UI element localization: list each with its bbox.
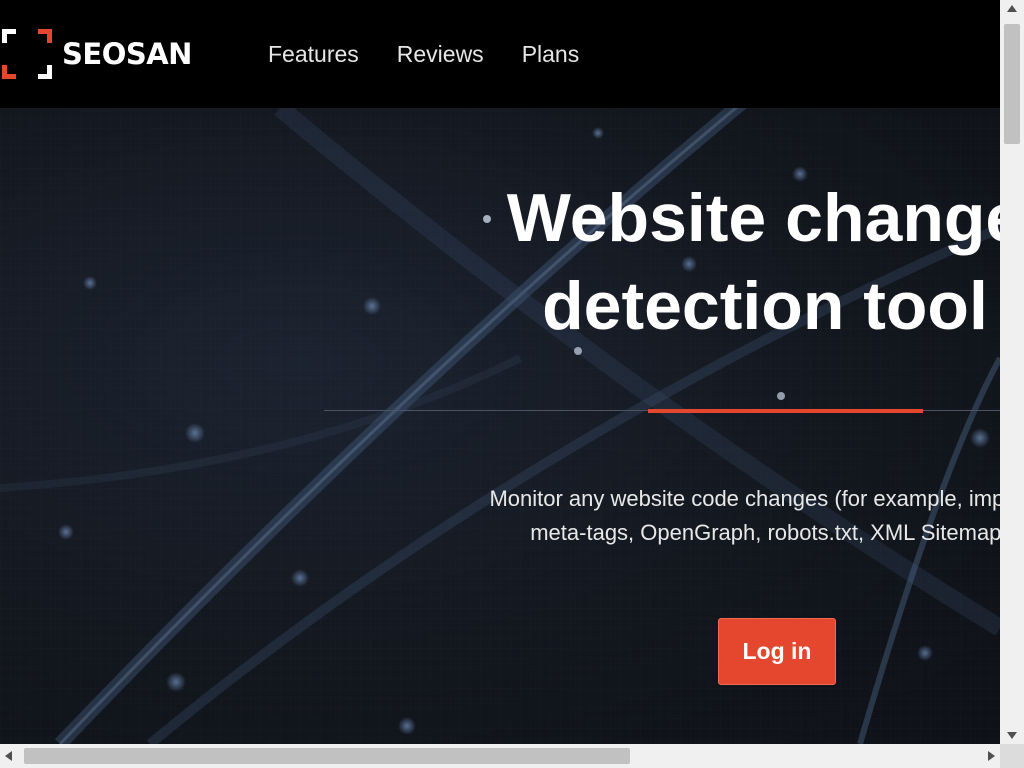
nav-link-plans[interactable]: Plans (522, 41, 580, 68)
scrollbar-corner (1000, 744, 1024, 768)
headline-line-2: detection tool (542, 268, 988, 344)
hero-headline: Website change detection tool (380, 174, 1000, 350)
main-nav: Features Reviews Plans (268, 0, 579, 108)
logo-brackets-icon (0, 27, 54, 81)
description-line-1: Monitor any website code changes (for ex… (489, 486, 1000, 511)
scroll-up-arrow-icon[interactable] (1007, 5, 1017, 12)
hero-divider-accent (648, 409, 923, 413)
scroll-down-arrow-icon[interactable] (1007, 732, 1017, 739)
site-header: SEOSAN Features Reviews Plans (0, 0, 1000, 108)
scroll-right-arrow-icon[interactable] (988, 751, 995, 761)
horizontal-scrollbar[interactable] (0, 744, 1000, 768)
site-logo[interactable]: SEOSAN (0, 27, 192, 81)
description-line-2: meta-tags, OpenGraph, robots.txt, XML Si… (530, 520, 1000, 545)
vertical-scroll-thumb[interactable] (1004, 24, 1020, 144)
hero-description: Monitor any website code changes (for ex… (200, 482, 1000, 550)
vertical-scrollbar[interactable] (1000, 0, 1024, 744)
hero-section: Website change detection tool Monitor an… (0, 108, 1000, 744)
brand-name: SEOSAN (62, 37, 192, 71)
headline-line-1: Website change (506, 180, 1000, 256)
scroll-left-arrow-icon[interactable] (5, 751, 12, 761)
horizontal-scroll-thumb[interactable] (24, 748, 630, 764)
page-viewport: SEOSAN Features Reviews Plans Website ch… (0, 0, 1000, 744)
nav-link-features[interactable]: Features (268, 41, 359, 68)
nav-link-reviews[interactable]: Reviews (397, 41, 484, 68)
login-button[interactable]: Log in (718, 618, 836, 685)
